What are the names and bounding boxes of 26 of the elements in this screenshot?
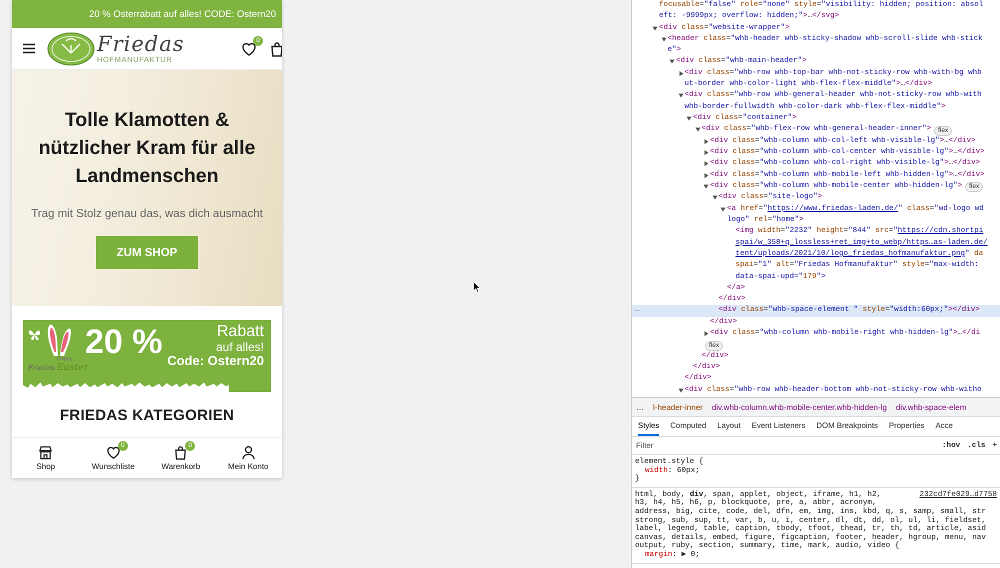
promo-text: 20 % Osterrabatt auf alles! CODE: Ostern20 [89,8,276,20]
logo-emblem-icon[interactable] [47,32,95,66]
hero-title: Tolle Klamotten & nützlicher Kram für alle Landmenschen [38,108,256,189]
heart-icon [106,445,121,460]
shopping-bag-icon [173,445,188,460]
bottom-nav-item[interactable]: Mein Konto [214,441,282,471]
menu-icon[interactable] [23,43,35,54]
bottom-nav-item[interactable]: Shop [12,441,80,471]
discount-percent: 20 % [85,325,162,359]
shopping-bag-icon[interactable] [269,40,282,56]
storefront-icon [38,445,54,460]
bunny-ears-icon [45,323,71,357]
breadcrumb-item[interactable]: div.whb-space-elem [896,402,966,412]
logo-name[interactable]: Friedas [97,34,184,55]
discount-label: Rabatt [216,324,264,341]
butterfly-icon [28,329,41,341]
mouse-cursor-icon [473,281,481,293]
breadcrumb-item[interactable]: div.whb-column.whb-mobile-center.whb-hidden-lg [712,402,887,412]
overflow-button[interactable]: … [636,402,644,412]
discount-code: Code: Ostern20 [167,354,264,368]
section-heading: FRIEDAS KATEGORIEN [58,407,236,424]
heart-icon[interactable] [241,40,257,56]
person-icon [240,445,256,460]
breadcrumb-item[interactable]: l-header-inner [653,402,703,412]
hero-subtitle: Trag mit Stolz genau das, was dich ausmacht [31,208,263,220]
discount-scope: auf alles! [216,340,264,354]
